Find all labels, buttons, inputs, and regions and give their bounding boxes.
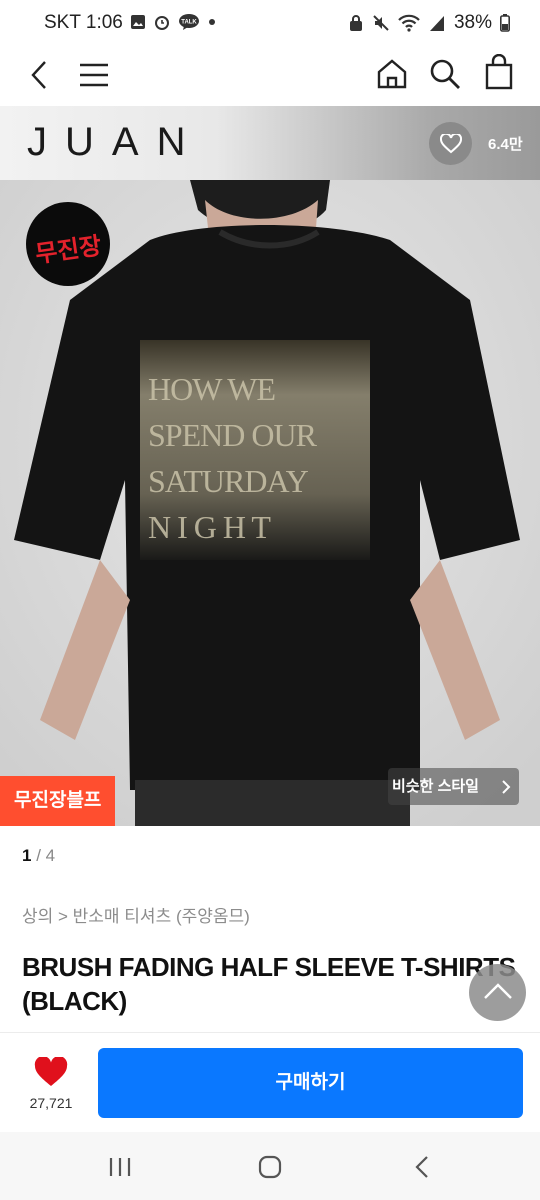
shirt-print-text: HOW WE SPEND OUR SATURDAY N I G H T — [148, 366, 368, 550]
signal-icon — [429, 16, 444, 31]
battery-percent: 38% — [453, 12, 492, 33]
product-image-carousel[interactable]: HOW WE SPEND OUR SATURDAY N I G H T 무진장 … — [0, 180, 540, 826]
back-nav-icon[interactable] — [414, 1155, 430, 1179]
menu-icon[interactable] — [79, 63, 109, 87]
gallery-icon — [131, 15, 145, 29]
sticker-text: 무진장 — [33, 232, 104, 269]
brand-favorite-button[interactable] — [429, 122, 472, 165]
purchase-bar: 27,721 구매하기 — [0, 1032, 540, 1132]
scroll-top-button[interactable] — [469, 964, 526, 1021]
buy-button[interactable]: 구매하기 — [98, 1048, 523, 1118]
wifi-icon — [398, 14, 420, 32]
svg-text:TALK: TALK — [181, 20, 197, 26]
heart-filled-icon[interactable] — [34, 1057, 68, 1088]
dot-icon — [209, 19, 215, 25]
similar-style-button[interactable]: 비슷한 스타일 — [388, 768, 519, 805]
back-icon[interactable] — [28, 60, 50, 90]
chevron-right-icon — [502, 780, 511, 794]
home-icon[interactable] — [376, 58, 408, 90]
event-badge: 무진장블프 — [0, 776, 116, 826]
chevron-up-icon — [484, 983, 512, 999]
shirt-print-line: HOW WE — [148, 371, 276, 407]
similar-style-label: 비슷한 스타일 — [392, 778, 479, 795]
status-notification-icons: TALK — [130, 13, 216, 31]
battery-icon — [500, 14, 510, 32]
talk-icon: TALK — [179, 14, 199, 30]
shirt-print-line: SPEND OUR — [148, 417, 317, 453]
category-breadcrumb[interactable]: 상의 > 반소매 티셔츠 (주양옴므) — [22, 902, 250, 927]
image-pager: 1 / 4 — [22, 846, 55, 866]
like-count: 27,721 — [29, 1095, 73, 1111]
shirt-print-line: SATURDAY — [148, 463, 309, 499]
status-bar: SKT 1:06 TALK 38% — [0, 0, 540, 44]
search-icon[interactable] — [429, 58, 461, 90]
home-nav-icon[interactable] — [258, 1155, 282, 1179]
brand-name[interactable]: JUAN — [27, 120, 203, 165]
status-system-icons: 38% — [348, 12, 510, 34]
app-bar — [0, 44, 540, 106]
pager-current: 1 — [22, 846, 32, 865]
cart-icon[interactable] — [485, 54, 513, 90]
heart-outline-icon — [440, 134, 462, 154]
system-nav-bar — [0, 1132, 540, 1200]
lock-notify-icon — [349, 15, 362, 31]
alarm-icon — [155, 16, 169, 30]
recents-icon[interactable] — [108, 1156, 132, 1178]
shirt-print-line: N I G H T — [148, 509, 271, 545]
mute-icon — [373, 15, 389, 31]
brand-sticker: 무진장 — [26, 202, 110, 286]
pager-total: / 4 — [36, 846, 56, 865]
status-time: SKT 1:06 — [44, 12, 123, 33]
product-title: BRUSH FADING HALF SLEEVE T-SHIRTS (BLACK… — [22, 952, 516, 1016]
brand-favorite-count: 6.4만 — [488, 136, 523, 153]
brand-bar: JUAN 6.4만 — [0, 106, 540, 180]
